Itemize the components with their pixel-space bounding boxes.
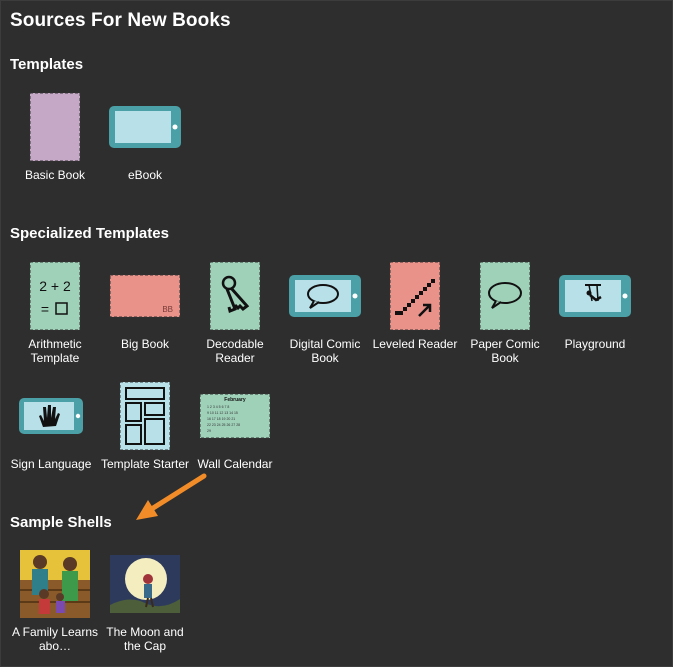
svg-text:1 2 3 4 5 6 7 8: 1 2 3 4 5 6 7 8 [207, 405, 229, 409]
svg-text:BB: BB [162, 305, 173, 314]
wall-calendar-thumbnail: February 1 2 3 4 5 6 7 8 9 10 11 12 13 1… [190, 380, 280, 452]
leveled-reader-thumbnail [370, 260, 460, 332]
tile-label: Sign Language [10, 457, 92, 471]
stairs-icon [389, 261, 441, 331]
template-starter-thumbnail [100, 380, 190, 452]
template-ebook[interactable]: eBook [100, 91, 190, 182]
tile-label: Template Starter [100, 457, 190, 471]
basic-book-thumbnail [10, 91, 100, 163]
template-decodable-reader[interactable]: Decodable Reader [190, 260, 280, 365]
sign-language-thumbnail [6, 380, 96, 452]
keys-icon [209, 261, 261, 331]
tile-label: Paper Comic Book [470, 337, 540, 365]
pointer-arrow-icon [136, 473, 207, 520]
speech-bubble-tablet-icon [289, 275, 361, 317]
tile-label: Big Book [120, 337, 170, 351]
section-title-templates: Templates [10, 56, 84, 73]
arithmetic-thumbnail: 2 + 2 = [10, 260, 100, 332]
calendar-icon: February 1 2 3 4 5 6 7 8 9 10 11 12 13 1… [199, 393, 271, 439]
svg-text:February: February [224, 397, 246, 403]
arithmetic-icon: 2 + 2 = [29, 261, 81, 331]
moon-illustration-icon [110, 555, 180, 613]
family-illustration-icon [20, 550, 90, 618]
template-arithmetic[interactable]: 2 + 2 = Arithmetic Template [10, 260, 100, 365]
template-wall-calendar[interactable]: February 1 2 3 4 5 6 7 8 9 10 11 12 13 1… [190, 380, 280, 471]
template-paper-comic-book[interactable]: Paper Comic Book [460, 260, 550, 365]
hand-tablet-icon [19, 398, 83, 434]
moon-book-cover [100, 548, 190, 620]
template-digital-comic-book[interactable]: Digital Comic Book [280, 260, 370, 365]
ebook-thumbnail [100, 91, 190, 163]
tile-label: Digital Comic Book [289, 337, 361, 365]
swing-tablet-icon [559, 275, 631, 317]
tile-label: eBook [127, 168, 163, 182]
tile-label: Decodable Reader [206, 337, 264, 365]
playground-thumbnail [550, 260, 640, 332]
tile-label: The Moon and the Cap [106, 625, 184, 653]
tile-label: Arithmetic Template [28, 337, 82, 365]
section-title-sample-shells: Sample Shells [10, 514, 112, 531]
tile-label: A Family Learns abo… [11, 625, 99, 653]
tile-label: Wall Calendar [197, 457, 273, 471]
decodable-reader-thumbnail [190, 260, 280, 332]
template-leveled-reader[interactable]: Leveled Reader [370, 260, 460, 351]
svg-text:22 23 24 25 26 27 28: 22 23 24 25 26 27 28 [207, 423, 240, 427]
speech-bubble-icon [479, 261, 531, 331]
svg-text:29: 29 [207, 429, 211, 433]
big-book-thumbnail: BB [100, 260, 190, 332]
big-book-icon: BB [109, 274, 181, 318]
svg-text:16 17 18 19 20 21: 16 17 18 19 20 21 [207, 417, 235, 421]
template-playground[interactable]: Playground [550, 260, 640, 351]
shell-a-family-learns[interactable]: A Family Learns abo… [10, 548, 100, 653]
svg-text:=: = [41, 301, 49, 317]
tile-label: Playground [564, 337, 626, 351]
paper-comic-thumbnail [460, 260, 550, 332]
svg-text:9 10 11 12 13 14 15: 9 10 11 12 13 14 15 [207, 411, 238, 415]
template-big-book[interactable]: BB Big Book [100, 260, 190, 351]
page-title: Sources For New Books [10, 10, 231, 31]
svg-text:2 + 2: 2 + 2 [39, 278, 71, 294]
layout-icon [119, 381, 171, 451]
section-title-specialized: Specialized Templates [10, 225, 169, 242]
book-icon [29, 92, 81, 162]
template-template-starter[interactable]: Template Starter [100, 380, 190, 471]
tile-label: Basic Book [24, 168, 86, 182]
shell-the-moon-and-the-cap[interactable]: The Moon and the Cap [100, 548, 190, 653]
family-book-cover [10, 548, 100, 620]
digital-comic-thumbnail [280, 260, 370, 332]
template-sign-language[interactable]: Sign Language [6, 380, 96, 471]
template-basic-book[interactable]: Basic Book [10, 91, 100, 182]
tile-label: Leveled Reader [372, 337, 458, 351]
tablet-icon [109, 106, 181, 148]
